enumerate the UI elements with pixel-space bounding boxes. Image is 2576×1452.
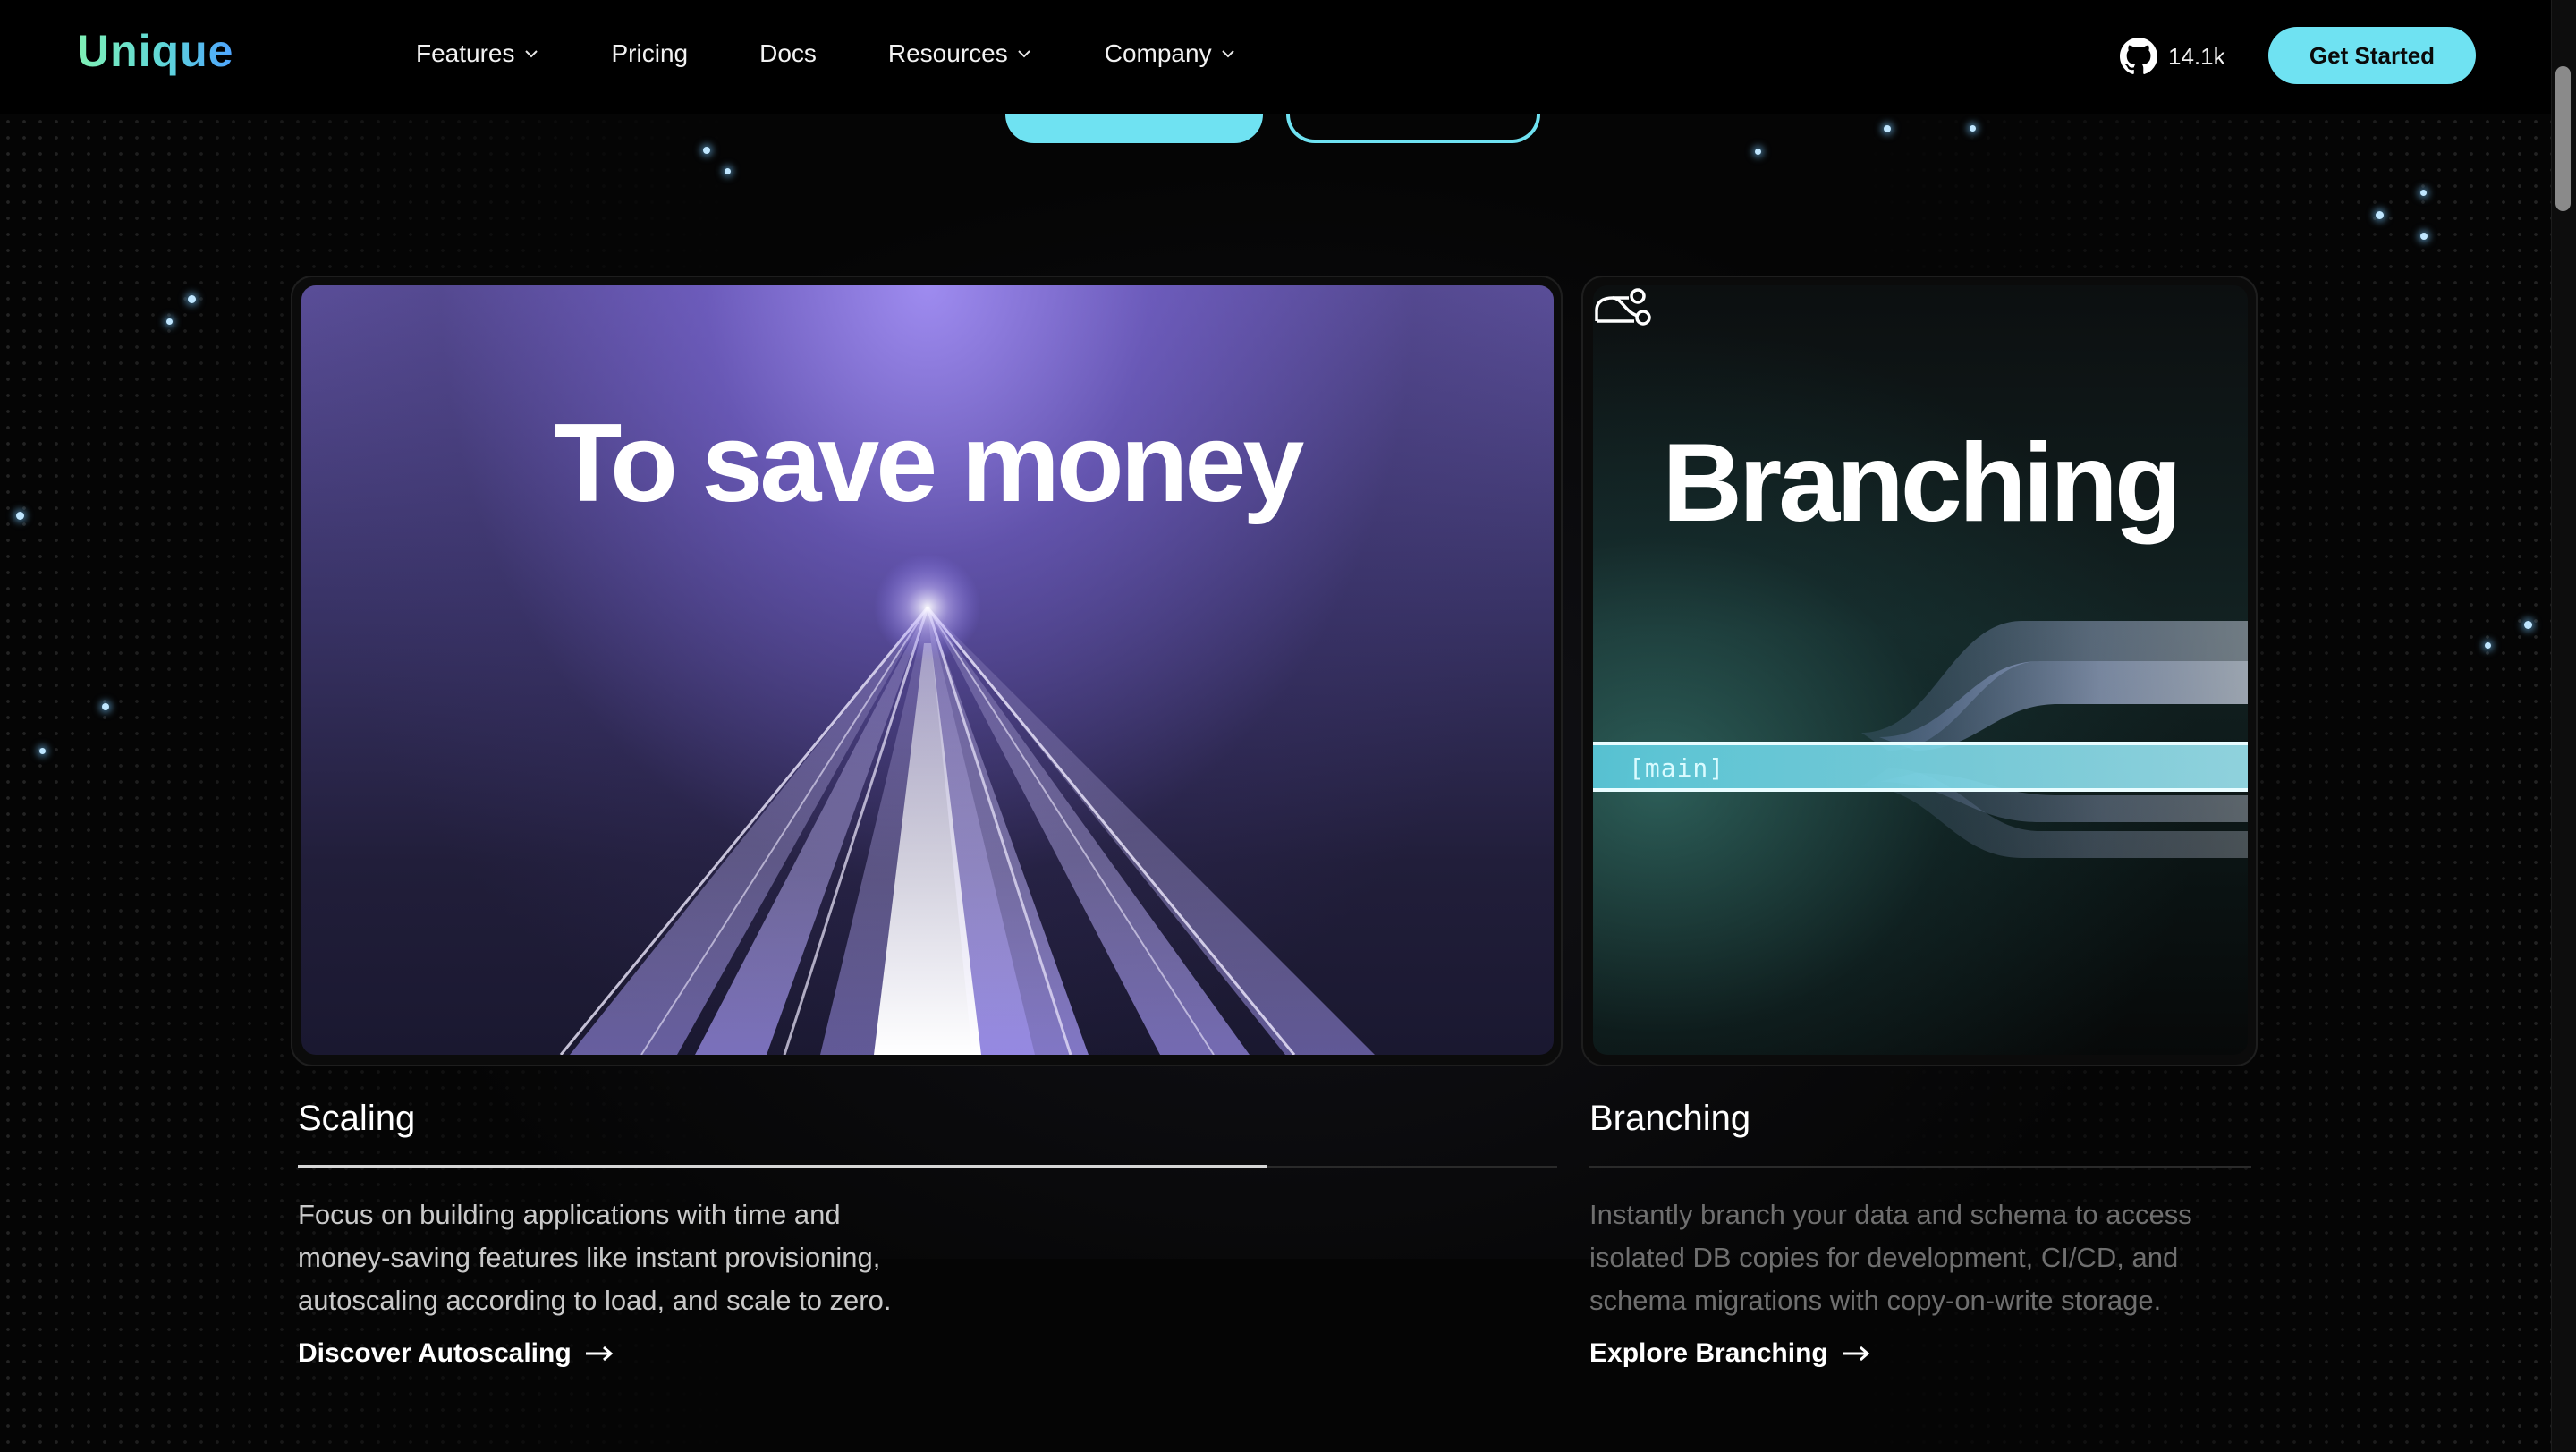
star-decoration bbox=[703, 147, 710, 154]
star-decoration bbox=[1970, 125, 1976, 132]
chevron-down-icon bbox=[1221, 50, 1234, 58]
github-stars-link[interactable]: 14.1k bbox=[2120, 38, 2225, 75]
description-line: autoscaling according to load, and scale… bbox=[298, 1285, 892, 1316]
branching-description: Instantly branch your data and schema to… bbox=[1589, 1193, 2192, 1322]
nav-company[interactable]: Company bbox=[1105, 39, 1237, 68]
description-line: Instantly branch your data and schema to… bbox=[1589, 1199, 2192, 1230]
main-branch-label: [main] bbox=[1629, 753, 1725, 783]
scaling-description: Focus on building applications with time… bbox=[298, 1193, 891, 1322]
arrow-right-icon bbox=[585, 1346, 613, 1362]
scaling-card-visual[interactable]: To save money bbox=[301, 285, 1554, 1055]
arrow-right-icon bbox=[1842, 1346, 1869, 1362]
top-navbar: Unique Features Pricing Docs Resources C… bbox=[0, 0, 2551, 114]
branch-lanes-illustration bbox=[1593, 621, 2248, 858]
nav-docs[interactable]: Docs bbox=[759, 39, 817, 68]
discover-autoscaling-link[interactable]: Discover Autoscaling bbox=[298, 1338, 614, 1369]
description-line: Focus on building applications with time… bbox=[298, 1199, 841, 1230]
star-decoration bbox=[1884, 125, 1891, 132]
explore-branching-link[interactable]: Explore Branching bbox=[1589, 1338, 1871, 1369]
description-line: money-saving features like instant provi… bbox=[298, 1242, 881, 1273]
branching-divider bbox=[1589, 1166, 2251, 1168]
branch-icon bbox=[1595, 288, 1651, 326]
description-line: isolated DB copies for development, CI/C… bbox=[1589, 1242, 2179, 1273]
nav-pricing[interactable]: Pricing bbox=[612, 39, 689, 68]
nav-label: Features bbox=[416, 39, 515, 67]
star-decoration bbox=[39, 748, 46, 754]
chevron-down-icon bbox=[524, 50, 538, 58]
nav-label: Resources bbox=[887, 39, 1008, 67]
main-nav: Features Pricing Docs Resources Company bbox=[416, 39, 1309, 68]
get-started-button[interactable]: Get Started bbox=[2268, 27, 2476, 84]
description-line: schema migrations with copy-on-write sto… bbox=[1589, 1285, 2162, 1316]
nav-features[interactable]: Features bbox=[416, 39, 540, 68]
link-label: Discover Autoscaling bbox=[298, 1338, 572, 1368]
scrollbar-thumb[interactable] bbox=[2555, 66, 2571, 211]
github-star-count: 14.1k bbox=[2168, 42, 2225, 70]
star-decoration bbox=[102, 703, 109, 710]
branching-title[interactable]: Branching bbox=[1589, 1099, 1750, 1139]
nav-resources[interactable]: Resources bbox=[888, 39, 1033, 68]
scaling-progress-bar bbox=[298, 1165, 1267, 1168]
nav-label: Company bbox=[1104, 39, 1212, 67]
nav-label: Docs bbox=[759, 39, 817, 67]
scaling-banner-text: To save money bbox=[554, 402, 1305, 525]
scaling-title[interactable]: Scaling bbox=[298, 1099, 415, 1139]
logo[interactable]: Unique bbox=[77, 25, 233, 77]
chevron-down-icon bbox=[1018, 50, 1030, 58]
star-decoration bbox=[2420, 233, 2428, 240]
star-decoration bbox=[188, 295, 196, 303]
star-decoration bbox=[166, 318, 173, 325]
nav-label: Pricing bbox=[611, 39, 689, 67]
star-decoration bbox=[16, 512, 24, 520]
star-decoration bbox=[2485, 642, 2491, 649]
branching-card-visual[interactable]: Branching [main] bbox=[1593, 285, 2248, 1055]
star-decoration bbox=[2524, 621, 2532, 629]
github-icon bbox=[2120, 38, 2157, 74]
star-decoration bbox=[2376, 211, 2384, 219]
scrollbar-track[interactable] bbox=[2551, 0, 2576, 1452]
star-decoration bbox=[724, 168, 731, 174]
link-label: Explore Branching bbox=[1589, 1338, 1828, 1368]
branching-banner-text: Branching bbox=[1662, 421, 2182, 545]
star-decoration bbox=[2420, 190, 2427, 196]
star-decoration bbox=[1755, 149, 1761, 155]
